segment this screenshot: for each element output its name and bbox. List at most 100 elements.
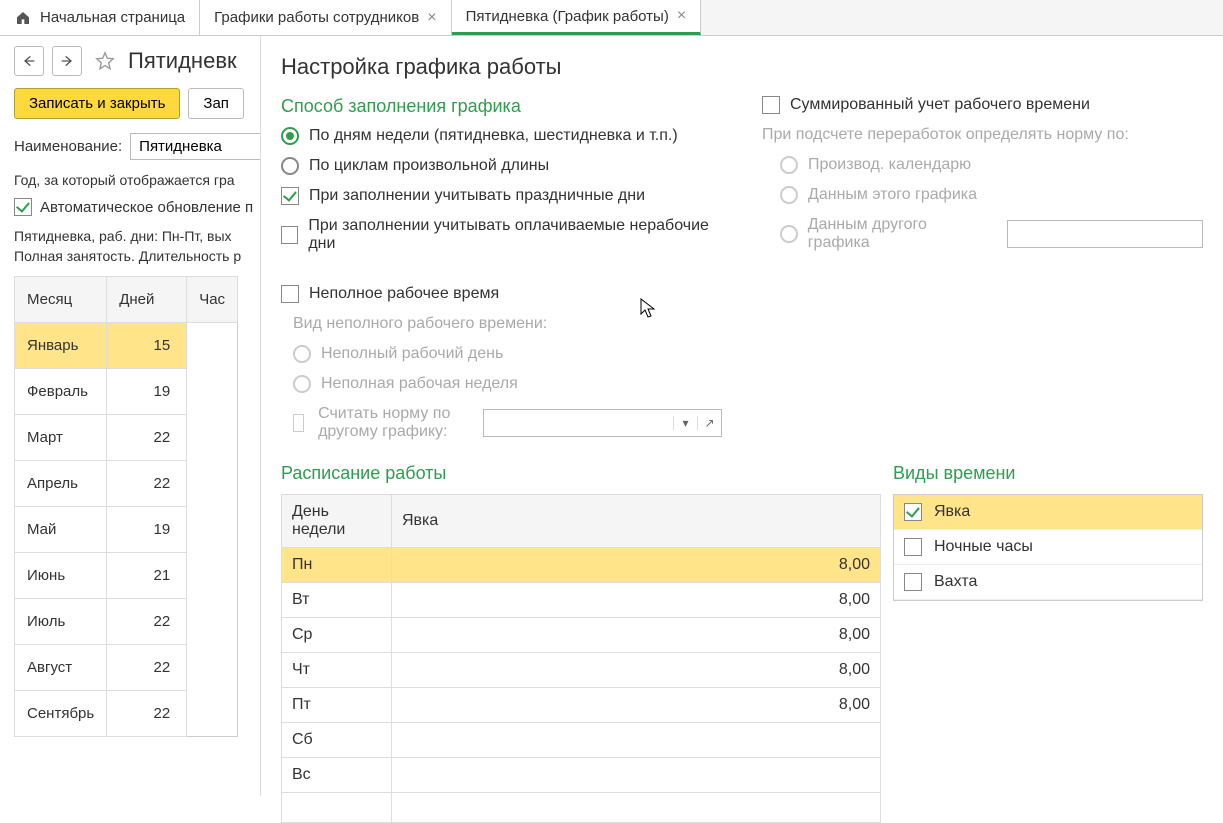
- schedule-title: Расписание работы: [281, 463, 881, 484]
- other-norm-input: [484, 416, 673, 431]
- back-button[interactable]: [14, 46, 44, 76]
- radio-parttime-day: [293, 345, 311, 363]
- radio-by-weekday[interactable]: [281, 127, 299, 145]
- settings-panel: Настройка графика работы Способ заполнен…: [260, 36, 1223, 796]
- auto-update-label: Автоматическое обновление п: [40, 199, 253, 216]
- norm-label: При подсчете переработок определять норм…: [762, 126, 1129, 144]
- hours-cell[interactable]: 8,00: [392, 653, 881, 688]
- day-cell: Вт: [282, 583, 392, 618]
- time-types-list[interactable]: Явка Ночные часы Вахта: [893, 494, 1203, 601]
- close-icon[interactable]: ×: [427, 9, 436, 27]
- days-cell: 21: [107, 553, 187, 599]
- day-cell: Вс: [282, 758, 392, 793]
- table-row[interactable]: Вс: [282, 758, 881, 793]
- other-norm-combo: ▾ ↗: [483, 409, 722, 437]
- list-item[interactable]: Вахта: [894, 565, 1202, 600]
- col-hours: Час: [187, 277, 238, 323]
- days-cell: 22: [107, 461, 187, 507]
- page-title: Пятидневк: [128, 48, 237, 74]
- col-attendance: Явка: [392, 495, 881, 548]
- table-row[interactable]: Август22: [15, 645, 238, 691]
- hours-cell[interactable]: [392, 758, 881, 793]
- name-label: Наименование:: [14, 138, 122, 155]
- checkbox-summed-label: Суммированный учет рабочего времени: [790, 96, 1090, 114]
- month-cell: Январь: [15, 323, 107, 369]
- tab-home-label: Начальная страница: [40, 9, 185, 26]
- tab-home[interactable]: Начальная страница: [0, 0, 200, 35]
- fill-method-title: Способ заполнения графика: [281, 96, 722, 117]
- table-row[interactable]: Апрель22: [15, 461, 238, 507]
- hours-cell[interactable]: 8,00: [392, 688, 881, 723]
- month-table[interactable]: Месяц Дней Час Январь15Февраль19Март22Ап…: [14, 276, 238, 737]
- month-cell: Сентябрь: [15, 691, 107, 737]
- table-row[interactable]: Сб: [282, 723, 881, 758]
- radio-norm-calendar-label: Производ. календарю: [808, 156, 971, 174]
- home-icon: [14, 10, 32, 26]
- table-row[interactable]: Сентябрь22: [15, 691, 238, 737]
- hours-cell[interactable]: [392, 723, 881, 758]
- month-cell: Май: [15, 507, 107, 553]
- table-row[interactable]: Март22: [15, 415, 238, 461]
- radio-parttime-day-label: Неполный рабочий день: [321, 345, 503, 363]
- save-close-button[interactable]: Записать и закрыть: [14, 88, 180, 119]
- time-type-label: Ночные часы: [934, 538, 1033, 556]
- table-row[interactable]: Пт8,00: [282, 688, 881, 723]
- table-row[interactable]: Июль22: [15, 599, 238, 645]
- checkbox-other-norm-label: Считать норму по другому графику:: [318, 405, 469, 441]
- days-cell: 22: [107, 645, 187, 691]
- table-row[interactable]: Пн8,00: [282, 548, 881, 583]
- radio-by-cycle[interactable]: [281, 157, 299, 175]
- checkbox-parttime[interactable]: [281, 285, 299, 303]
- day-cell: Пн: [282, 548, 392, 583]
- schedule-table[interactable]: День недели Явка Пн8,00Вт8,00Ср8,00Чт8,0…: [281, 494, 881, 823]
- table-row[interactable]: Январь15: [15, 323, 238, 369]
- days-cell: 22: [107, 691, 187, 737]
- checkbox-summed[interactable]: [762, 96, 780, 114]
- checkbox-paid-nonwork[interactable]: [281, 226, 298, 244]
- time-type-checkbox[interactable]: [904, 573, 922, 591]
- days-cell: 22: [107, 415, 187, 461]
- hours-cell[interactable]: 8,00: [392, 618, 881, 653]
- checkbox-other-norm: [293, 414, 304, 432]
- radio-norm-this: [780, 186, 798, 204]
- day-cell: Пт: [282, 688, 392, 723]
- tab-schedule-item[interactable]: Пятидневка (График работы) ×: [452, 0, 702, 35]
- checkbox-holidays[interactable]: [281, 187, 299, 205]
- radio-norm-other-label: Данным другого графика: [808, 216, 990, 252]
- favorite-button[interactable]: [90, 46, 120, 76]
- close-icon[interactable]: ×: [677, 7, 686, 25]
- month-cell: Август: [15, 645, 107, 691]
- tab-list-label: Графики работы сотрудников: [214, 9, 419, 26]
- forward-button[interactable]: [52, 46, 82, 76]
- table-row[interactable]: Чт8,00: [282, 653, 881, 688]
- list-item[interactable]: Явка: [894, 495, 1202, 530]
- radio-parttime-week: [293, 375, 311, 393]
- save-button[interactable]: Зап: [188, 88, 244, 119]
- time-type-checkbox[interactable]: [904, 538, 922, 556]
- time-type-label: Явка: [934, 503, 970, 521]
- time-type-checkbox[interactable]: [904, 503, 922, 521]
- radio-by-cycle-label: По циклам произвольной длины: [309, 157, 549, 175]
- table-row[interactable]: Июнь21: [15, 553, 238, 599]
- table-row[interactable]: Вт8,00: [282, 583, 881, 618]
- tab-schedule-list[interactable]: Графики работы сотрудников ×: [200, 0, 451, 35]
- table-row[interactable]: Май19: [15, 507, 238, 553]
- days-cell: 19: [107, 369, 187, 415]
- chevron-down-icon: ▾: [673, 416, 697, 430]
- hours-cell[interactable]: 8,00: [392, 548, 881, 583]
- table-row[interactable]: Февраль19: [15, 369, 238, 415]
- radio-by-weekday-label: По дням недели (пятидневка, шестидневка …: [309, 127, 678, 145]
- auto-update-checkbox[interactable]: [14, 198, 32, 216]
- month-cell: Апрель: [15, 461, 107, 507]
- checkbox-holidays-label: При заполнении учитывать праздничные дни: [309, 187, 645, 205]
- hours-cell[interactable]: 8,00: [392, 583, 881, 618]
- col-days: Дней: [107, 277, 187, 323]
- table-row[interactable]: Ср8,00: [282, 618, 881, 653]
- days-cell: 22: [107, 599, 187, 645]
- days-cell: 19: [107, 507, 187, 553]
- day-cell: Чт: [282, 653, 392, 688]
- radio-norm-other: [780, 225, 798, 243]
- list-item[interactable]: Ночные часы: [894, 530, 1202, 565]
- days-cell: 15: [107, 323, 187, 369]
- checkbox-parttime-label: Неполное рабочее время: [309, 285, 499, 303]
